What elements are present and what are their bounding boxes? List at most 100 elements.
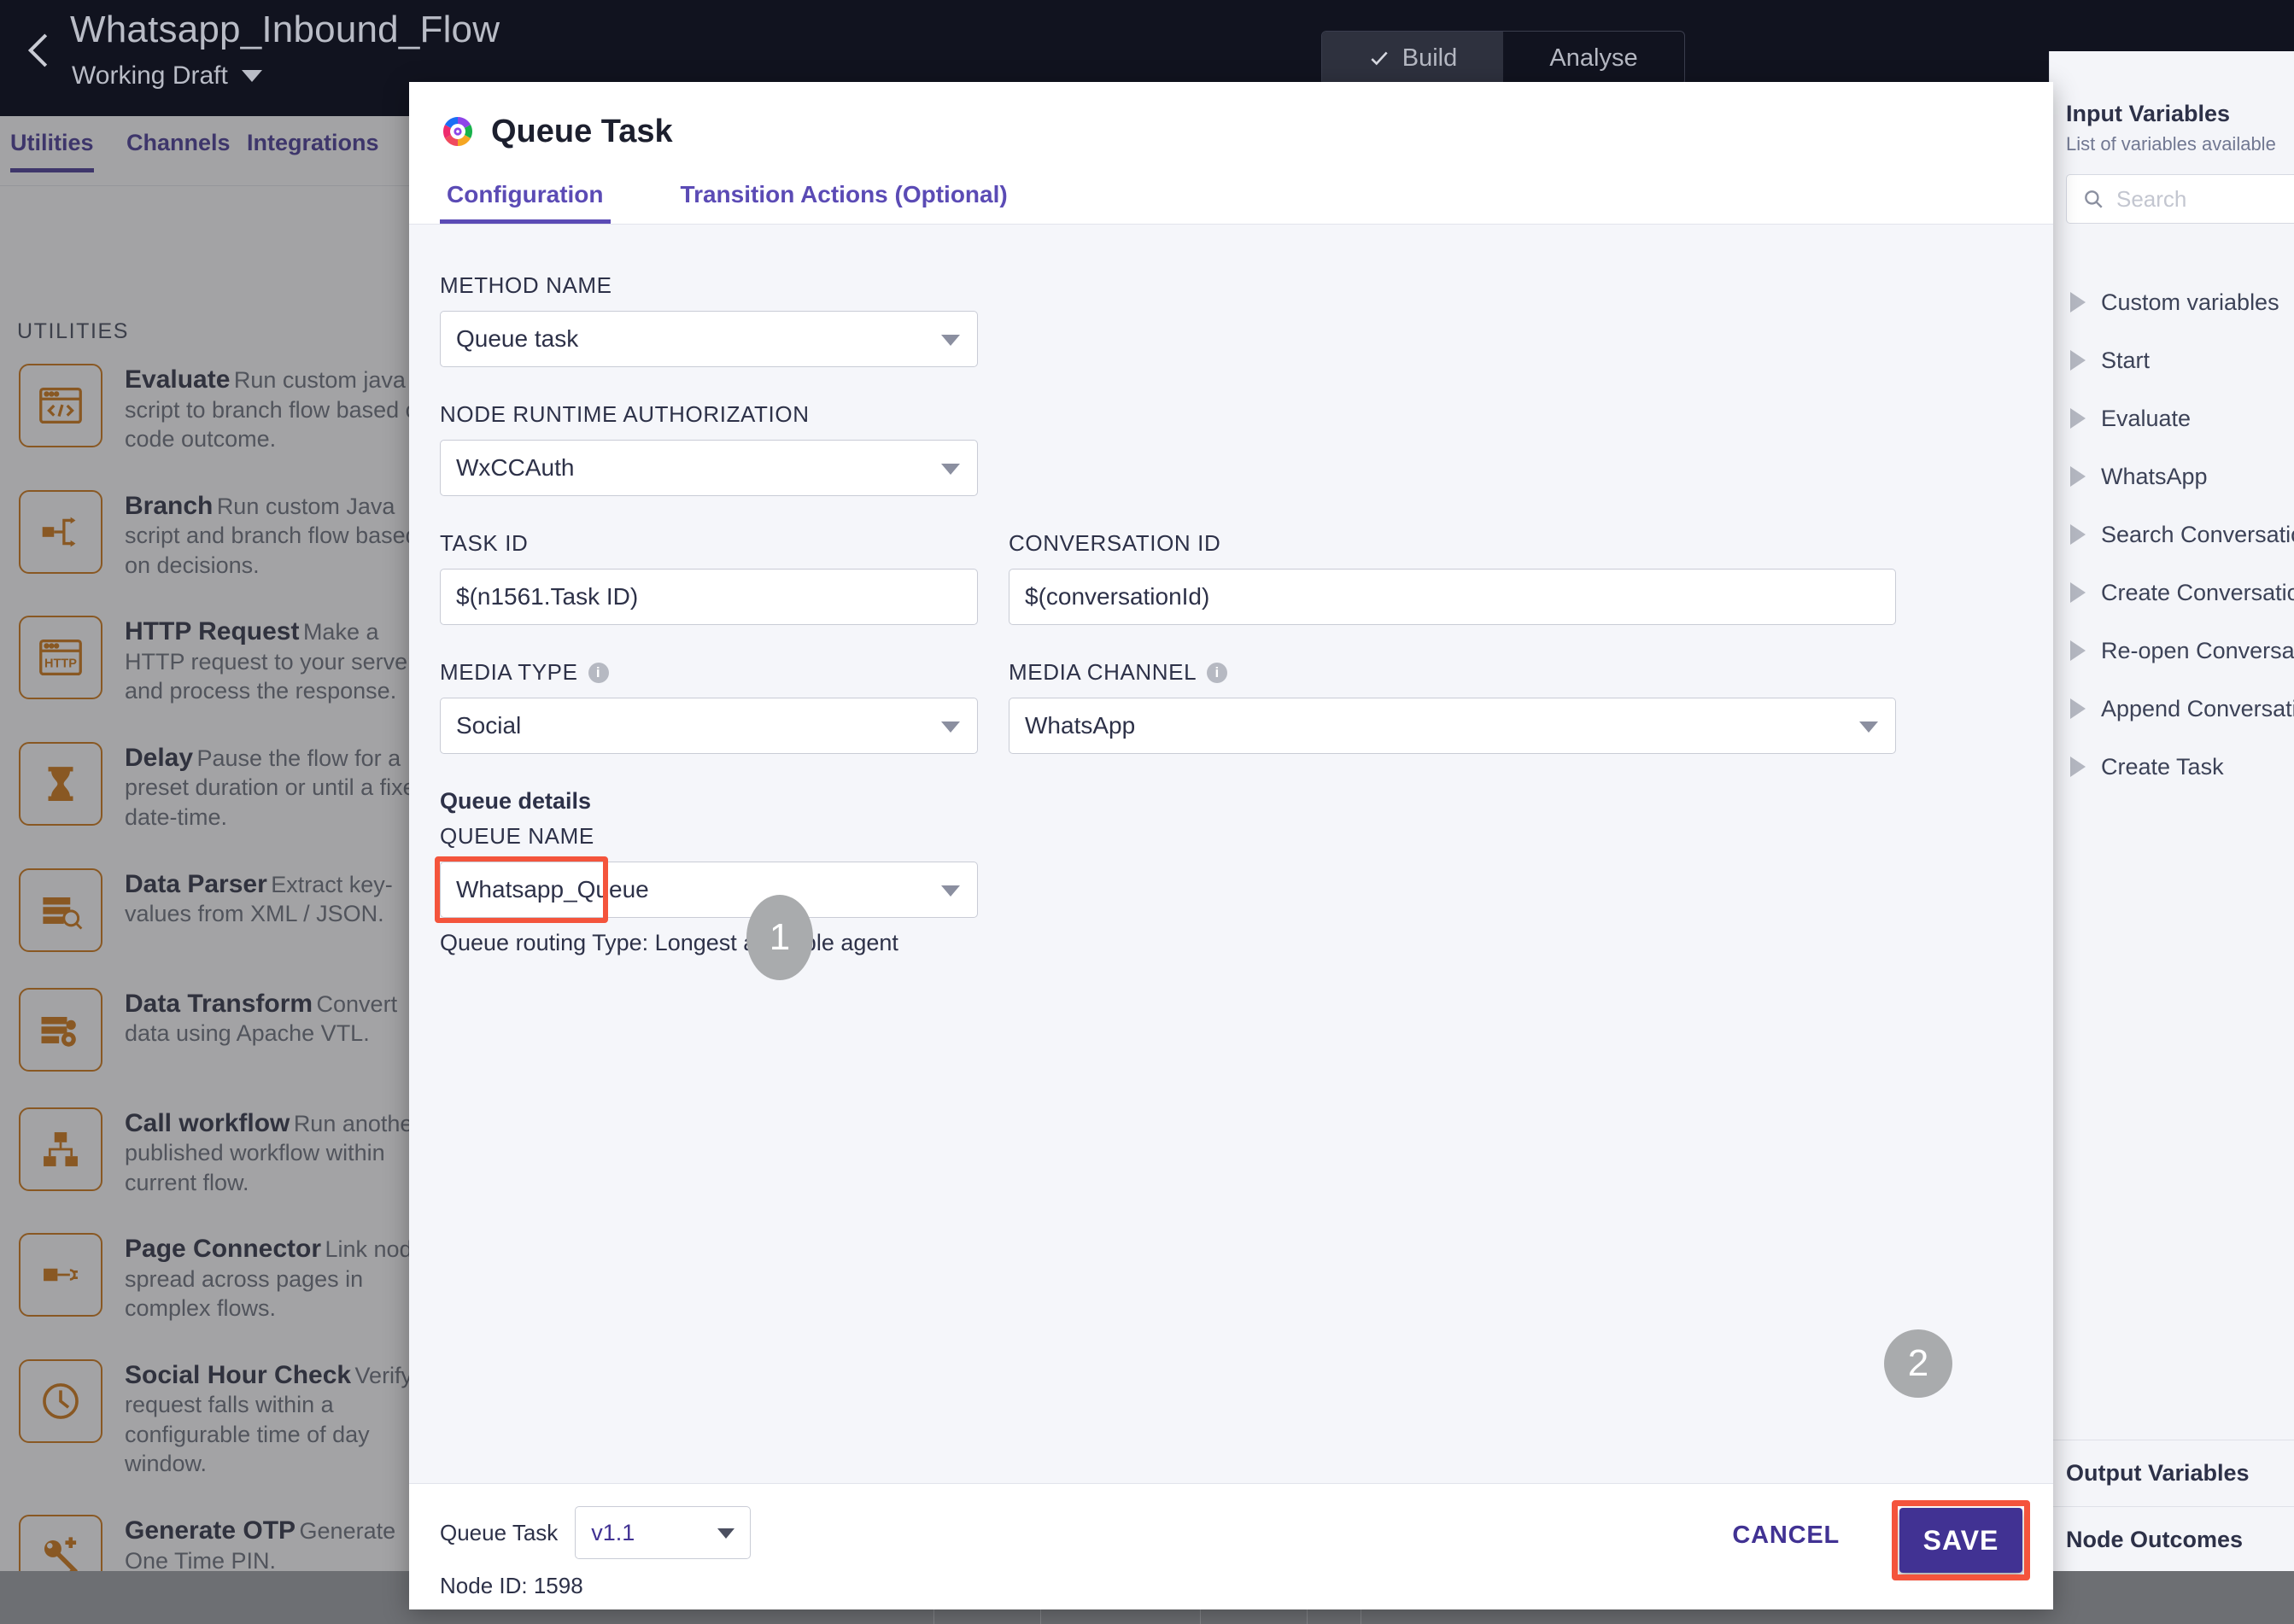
tab-transition-actions[interactable]: Transition Actions (Optional) bbox=[674, 181, 1015, 224]
left-sidebar-tabs: Utilities Channels Integrations bbox=[0, 116, 454, 186]
dialog-title: Queue Task bbox=[491, 113, 673, 149]
database-gear-icon bbox=[19, 987, 102, 1072]
chevron-right-icon bbox=[2070, 698, 2086, 719]
list-item-title: Social Hour Check bbox=[125, 1360, 352, 1389]
list-item-title: Generate OTP bbox=[125, 1516, 296, 1545]
media-channel-label: MEDIA CHANNEL i bbox=[1009, 659, 1547, 686]
output-variables-label: Output Variables bbox=[2066, 1460, 2250, 1486]
queue-name-label: QUEUE NAME bbox=[440, 823, 594, 849]
list-item-title: Delay bbox=[125, 743, 194, 772]
queue-details-heading: Queue details bbox=[440, 788, 592, 814]
working-draft-label: Working Draft bbox=[72, 61, 228, 90]
sidebar-tab-integrations[interactable]: Integrations bbox=[247, 130, 379, 168]
variable-group-label: Search Conversation bbox=[2101, 521, 2294, 547]
method-name-select[interactable]: Queue task bbox=[440, 311, 978, 367]
output-variables-section[interactable]: Output Variables bbox=[2050, 1440, 2294, 1506]
list-item[interactable]: Branch Run custom Java script and branch… bbox=[0, 489, 454, 581]
variable-group-whatsapp[interactable]: WhatsApp bbox=[2050, 447, 2294, 505]
tab-build[interactable]: Build bbox=[1322, 32, 1503, 85]
variable-group-create-conversation[interactable]: Create Conversation bbox=[2050, 564, 2294, 622]
variables-search-box[interactable] bbox=[2066, 174, 2294, 224]
list-item[interactable]: Evaluate Run custom java script to branc… bbox=[0, 364, 454, 454]
queue-name-select[interactable]: Whatsapp_Queue bbox=[440, 862, 978, 918]
media-type-label-text: MEDIA TYPE bbox=[440, 659, 578, 685]
conversation-id-input[interactable]: $(conversationId) bbox=[1009, 569, 1896, 625]
chevron-left-icon[interactable] bbox=[17, 27, 63, 73]
save-button[interactable]: SAVE bbox=[1899, 1508, 2022, 1573]
variable-group-label: Evaluate bbox=[2101, 405, 2192, 431]
list-item-title: Data Parser bbox=[125, 869, 267, 898]
media-type-field: MEDIA TYPE i Social bbox=[440, 659, 978, 754]
list-item[interactable]: HTTP HTTP Request Make a HTTP request to… bbox=[0, 616, 454, 706]
tab-build-label: Build bbox=[1402, 44, 1458, 72]
variable-group-label: Re-open Conversation bbox=[2101, 637, 2294, 663]
chevron-right-icon bbox=[2070, 466, 2086, 487]
step-marker-2-number: 2 bbox=[1907, 1342, 1929, 1384]
page-title: Whatsapp_Inbound_Flow bbox=[70, 9, 500, 50]
input-variables-title: Input Variables bbox=[2066, 101, 2231, 126]
queue-task-dialog: Queue Task Configuration Transition Acti… bbox=[409, 82, 2053, 1609]
sidebar-tab-utilities[interactable]: Utilities bbox=[10, 130, 94, 172]
node-runtime-authorization-label: NODE RUNTIME AUTHORIZATION bbox=[440, 401, 810, 427]
variable-group-append-conversation[interactable]: Append Conversation bbox=[2050, 680, 2294, 738]
list-item-title: Evaluate bbox=[125, 365, 231, 394]
media-type-select[interactable]: Social bbox=[440, 698, 978, 754]
variable-group-create-task[interactable]: Create Task bbox=[2050, 738, 2294, 796]
cancel-button[interactable]: CANCEL bbox=[1732, 1522, 1840, 1550]
info-icon[interactable]: i bbox=[1207, 662, 1228, 683]
list-item-title: Call workflow bbox=[125, 1108, 290, 1137]
info-icon[interactable]: i bbox=[588, 662, 609, 683]
search-input[interactable] bbox=[2116, 185, 2294, 213]
task-id-field: TASK ID $(n1561.Task ID) bbox=[440, 530, 978, 625]
chevron-down-icon bbox=[241, 70, 262, 82]
sitemap-icon bbox=[19, 1107, 102, 1191]
dialog-tabs: Configuration Transition Actions (Option… bbox=[409, 161, 2053, 225]
sidebar-tab-channels[interactable]: Channels bbox=[126, 130, 231, 168]
list-item[interactable]: Delay Pause the flow for a preset durati… bbox=[0, 741, 454, 832]
list-item[interactable]: Data Transform Convert data using Apache… bbox=[0, 987, 454, 1072]
dialog-body: METHOD NAME Queue task NODE RUNTIME AUTH… bbox=[409, 225, 2053, 1483]
list-item[interactable]: Data Parser Extract key-values from XML … bbox=[0, 867, 454, 952]
input-variables-list: Custom variables Start Evaluate WhatsApp… bbox=[2050, 273, 2294, 796]
version-select[interactable]: v1.1 bbox=[575, 1506, 752, 1559]
variable-group-search-conversation[interactable]: Search Conversation bbox=[2050, 505, 2294, 564]
list-item[interactable]: Social Hour Check Verify if request fall… bbox=[0, 1358, 454, 1479]
dialog-header: Queue Task Configuration Transition Acti… bbox=[409, 82, 2053, 225]
working-draft-dropdown[interactable]: Working Draft bbox=[72, 61, 262, 91]
list-item-title: Page Connector bbox=[125, 1235, 322, 1264]
list-item[interactable]: Page Connector Link nodes spread across … bbox=[0, 1233, 454, 1323]
variable-group-start[interactable]: Start bbox=[2050, 331, 2294, 389]
chevron-right-icon bbox=[2070, 292, 2086, 313]
tab-analyse[interactable]: Analyse bbox=[1503, 32, 1684, 85]
chevron-right-icon bbox=[2070, 582, 2086, 603]
code-window-icon bbox=[19, 364, 102, 447]
check-icon bbox=[1368, 47, 1390, 69]
conversation-id-value: $(conversationId) bbox=[1025, 583, 1210, 610]
node-outcomes-section[interactable]: Node Outcomes bbox=[2050, 1506, 2294, 1573]
list-item-title: HTTP Request bbox=[125, 617, 300, 646]
task-id-input[interactable]: $(n1561.Task ID) bbox=[440, 569, 978, 625]
node-id-text: Node ID: 1598 bbox=[440, 1573, 583, 1598]
clock-icon bbox=[19, 1358, 102, 1443]
step-marker-1-number: 1 bbox=[769, 916, 791, 958]
tab-configuration[interactable]: Configuration bbox=[440, 181, 611, 224]
search-icon bbox=[2082, 188, 2104, 210]
variable-group-evaluate[interactable]: Evaluate bbox=[2050, 389, 2294, 447]
media-channel-label-text: MEDIA CHANNEL bbox=[1009, 659, 1197, 685]
variable-group-reopen-conversation[interactable]: Re-open Conversation bbox=[2050, 622, 2294, 680]
variable-group-custom-variables[interactable]: Custom variables bbox=[2050, 273, 2294, 331]
branch-icon bbox=[19, 489, 102, 574]
conversation-id-field: CONVERSATION ID $(conversationId) bbox=[1009, 530, 1896, 625]
utilities-section-header: UTILITIES bbox=[17, 319, 130, 343]
method-name-value: Queue task bbox=[456, 325, 579, 352]
svg-text:HTTP: HTTP bbox=[44, 657, 77, 671]
version-label: Queue Task bbox=[440, 1519, 559, 1545]
chevron-right-icon bbox=[2070, 350, 2086, 371]
media-channel-select[interactable]: WhatsApp bbox=[1009, 698, 1896, 754]
node-runtime-authorization-select[interactable]: WxCCAuth bbox=[440, 440, 978, 496]
utilities-list: Evaluate Run custom java script to branc… bbox=[0, 364, 454, 1624]
variable-group-label: Start bbox=[2101, 347, 2151, 373]
list-item[interactable]: Call workflow Run another published work… bbox=[0, 1107, 454, 1198]
version-value: v1.1 bbox=[591, 1519, 635, 1545]
right-sidebar: Input Variables List of variables availa… bbox=[2049, 51, 2294, 1573]
